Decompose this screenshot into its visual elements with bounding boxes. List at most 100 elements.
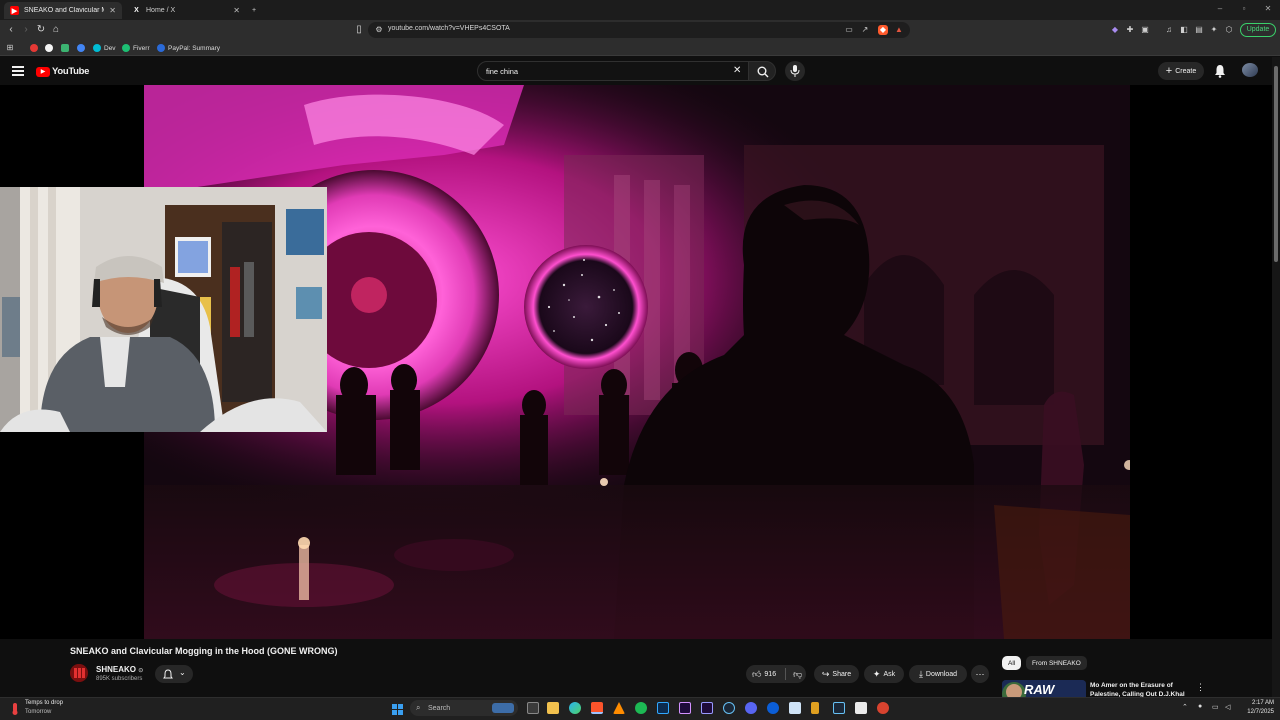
back-icon[interactable]: ‹ xyxy=(4,23,18,37)
share-button[interactable]: ↪ Share xyxy=(814,665,859,683)
search-input[interactable]: fine china xyxy=(486,67,518,76)
taskbar-search[interactable]: ⌕ Search xyxy=(410,700,518,716)
new-tab-button[interactable]: + xyxy=(250,2,264,19)
after-effects-icon[interactable] xyxy=(679,702,691,714)
search-button[interactable] xyxy=(748,61,776,81)
dislike-button[interactable]: 👎︎ xyxy=(793,669,802,680)
settings-icon[interactable] xyxy=(877,702,889,714)
brave-icon[interactable] xyxy=(591,702,603,714)
window-close-icon[interactable]: ✕ xyxy=(1256,0,1280,20)
ask-button[interactable]: ✦ Ask xyxy=(864,665,904,683)
bookmark-paypal[interactable]: PayPal: Summary xyxy=(157,43,220,53)
share-icon: ↪ xyxy=(821,668,830,679)
edge-icon[interactable] xyxy=(569,702,581,714)
share-page-icon[interactable]: ↗ xyxy=(860,25,870,35)
maximize-icon[interactable]: ▫ xyxy=(1232,0,1256,20)
bookmark-item[interactable] xyxy=(30,43,41,53)
tab-x[interactable]: X Home / X ✕ xyxy=(126,2,246,19)
video-player[interactable] xyxy=(0,85,1272,639)
subscribed-button[interactable]: ⌄ xyxy=(155,665,193,683)
search-icon xyxy=(757,66,769,78)
bookmark-icon[interactable]: ▯ xyxy=(352,23,366,37)
photoshop-icon[interactable] xyxy=(657,702,669,714)
close-icon[interactable]: ✕ xyxy=(233,6,240,15)
channel-name[interactable]: SHNEAKO ⊙ xyxy=(96,665,143,674)
bookmarks-bar: ⊞ Dev Fiverr PayPal: Summary xyxy=(0,40,1280,56)
like-button[interactable]: 👍︎ 916 xyxy=(752,669,776,680)
media-icon[interactable]: ♫ xyxy=(1164,25,1174,35)
thermometer-icon xyxy=(12,703,18,715)
site-settings-icon[interactable]: ⚙ xyxy=(374,25,384,35)
volume-icon[interactable]: ◁ xyxy=(1225,703,1230,711)
notepad-icon[interactable] xyxy=(789,702,801,714)
extensions-icon[interactable]: ✚ xyxy=(1125,25,1135,35)
steam-alt-icon[interactable] xyxy=(833,702,845,714)
tray-chevron-icon[interactable]: ⌃ xyxy=(1182,703,1188,711)
bookmark-fiverr[interactable]: Fiverr xyxy=(122,43,150,53)
voice-search-button[interactable] xyxy=(785,61,805,81)
puzzle-icon[interactable]: ✦ xyxy=(1209,25,1219,35)
bookmark-item[interactable] xyxy=(77,43,88,53)
notifications-icon[interactable] xyxy=(1214,64,1226,78)
steam-icon[interactable] xyxy=(723,702,735,714)
forward-icon[interactable]: › xyxy=(19,23,33,37)
task-view-icon[interactable] xyxy=(527,702,539,714)
leo-ai-icon[interactable]: ◆ xyxy=(1110,25,1120,35)
address-bar[interactable]: ⚙ youtube.com/watch?v=VHEPs4CSOTA ▭ ↗ ◆ … xyxy=(368,22,910,38)
x-icon: X xyxy=(134,7,139,14)
taskbar-time[interactable]: 2:17 AM xyxy=(1244,700,1274,706)
tab-label: Home / X xyxy=(146,7,176,14)
bookmark-favicon-icon xyxy=(61,44,69,52)
clear-search-icon[interactable]: ✕ xyxy=(733,65,741,76)
file-icon[interactable] xyxy=(811,702,819,714)
apps-grid-icon[interactable]: ⊞ xyxy=(5,43,15,53)
wallet-icon[interactable]: ▣ xyxy=(1140,25,1150,35)
brave-rewards-icon[interactable]: ▲ xyxy=(894,25,904,35)
home-icon[interactable]: ⌂ xyxy=(49,23,63,37)
avatar[interactable] xyxy=(1242,63,1258,77)
youtube-logo[interactable]: ▶ YouTube xyxy=(36,66,89,77)
teamviewer-icon[interactable] xyxy=(767,702,779,714)
paint-icon[interactable] xyxy=(855,702,867,714)
update-button[interactable]: Update xyxy=(1240,23,1276,37)
weather-icon[interactable] xyxy=(10,702,20,715)
bell-icon xyxy=(1215,65,1225,78)
chip-from-channel[interactable]: From SHNEAKO xyxy=(1026,656,1087,670)
weather-headline[interactable]: Temps to drop xyxy=(25,700,63,706)
menu-icon[interactable] xyxy=(12,65,24,76)
download-label: Download xyxy=(925,670,958,678)
bookmark-favicon-icon xyxy=(30,44,38,52)
brave-shield-icon[interactable]: ◆ xyxy=(878,25,888,35)
download-button[interactable]: ⤓ Download xyxy=(909,665,967,683)
search-box[interactable]: fine china ✕ xyxy=(477,61,749,81)
recommendation-menu-icon[interactable]: ⋮ xyxy=(1196,682,1205,693)
cast-icon[interactable]: ▭ xyxy=(844,25,854,35)
channel-avatar[interactable] xyxy=(70,664,88,682)
taskbar-date: 12/7/2025 xyxy=(1247,709,1274,715)
bookmark-item[interactable] xyxy=(61,43,72,53)
reload-icon[interactable]: ↻ xyxy=(34,23,48,37)
network-icon[interactable]: ▭ xyxy=(1212,703,1219,711)
video-title: SNEAKO and Clavicular Mogging in the Hoo… xyxy=(70,646,338,656)
chip-all[interactable]: All xyxy=(1002,656,1022,670)
windows-start-icon[interactable] xyxy=(392,702,403,715)
close-icon[interactable]: ✕ xyxy=(109,6,116,15)
sidebar-icon[interactable]: ◧ xyxy=(1179,25,1189,35)
file-explorer-icon[interactable] xyxy=(547,702,559,714)
scrollbar-thumb[interactable] xyxy=(1274,66,1278,262)
youtube-wordmark: YouTube xyxy=(52,66,90,77)
bookmark-item[interactable] xyxy=(45,43,56,53)
spotify-icon[interactable] xyxy=(635,702,647,714)
like-dislike-group: 👍︎ 916 👎︎ xyxy=(746,665,806,683)
vpn-icon[interactable]: ⬡ xyxy=(1224,25,1234,35)
mic-tray-icon[interactable]: ● xyxy=(1198,703,1202,710)
create-button[interactable]: + Create xyxy=(1158,62,1204,80)
tab-youtube[interactable]: ▶ SNEAKO and Clavicular Mogg ✕ xyxy=(4,2,122,19)
tabs-icon[interactable]: ▤ xyxy=(1194,25,1204,35)
more-actions-button[interactable]: ⋯ xyxy=(971,665,989,683)
premiere-icon[interactable] xyxy=(701,702,713,714)
minimize-icon[interactable]: – xyxy=(1208,0,1232,20)
channel-logo-icon xyxy=(70,664,88,682)
bookmark-dev[interactable]: Dev xyxy=(93,43,116,53)
discord-icon[interactable] xyxy=(745,702,757,714)
